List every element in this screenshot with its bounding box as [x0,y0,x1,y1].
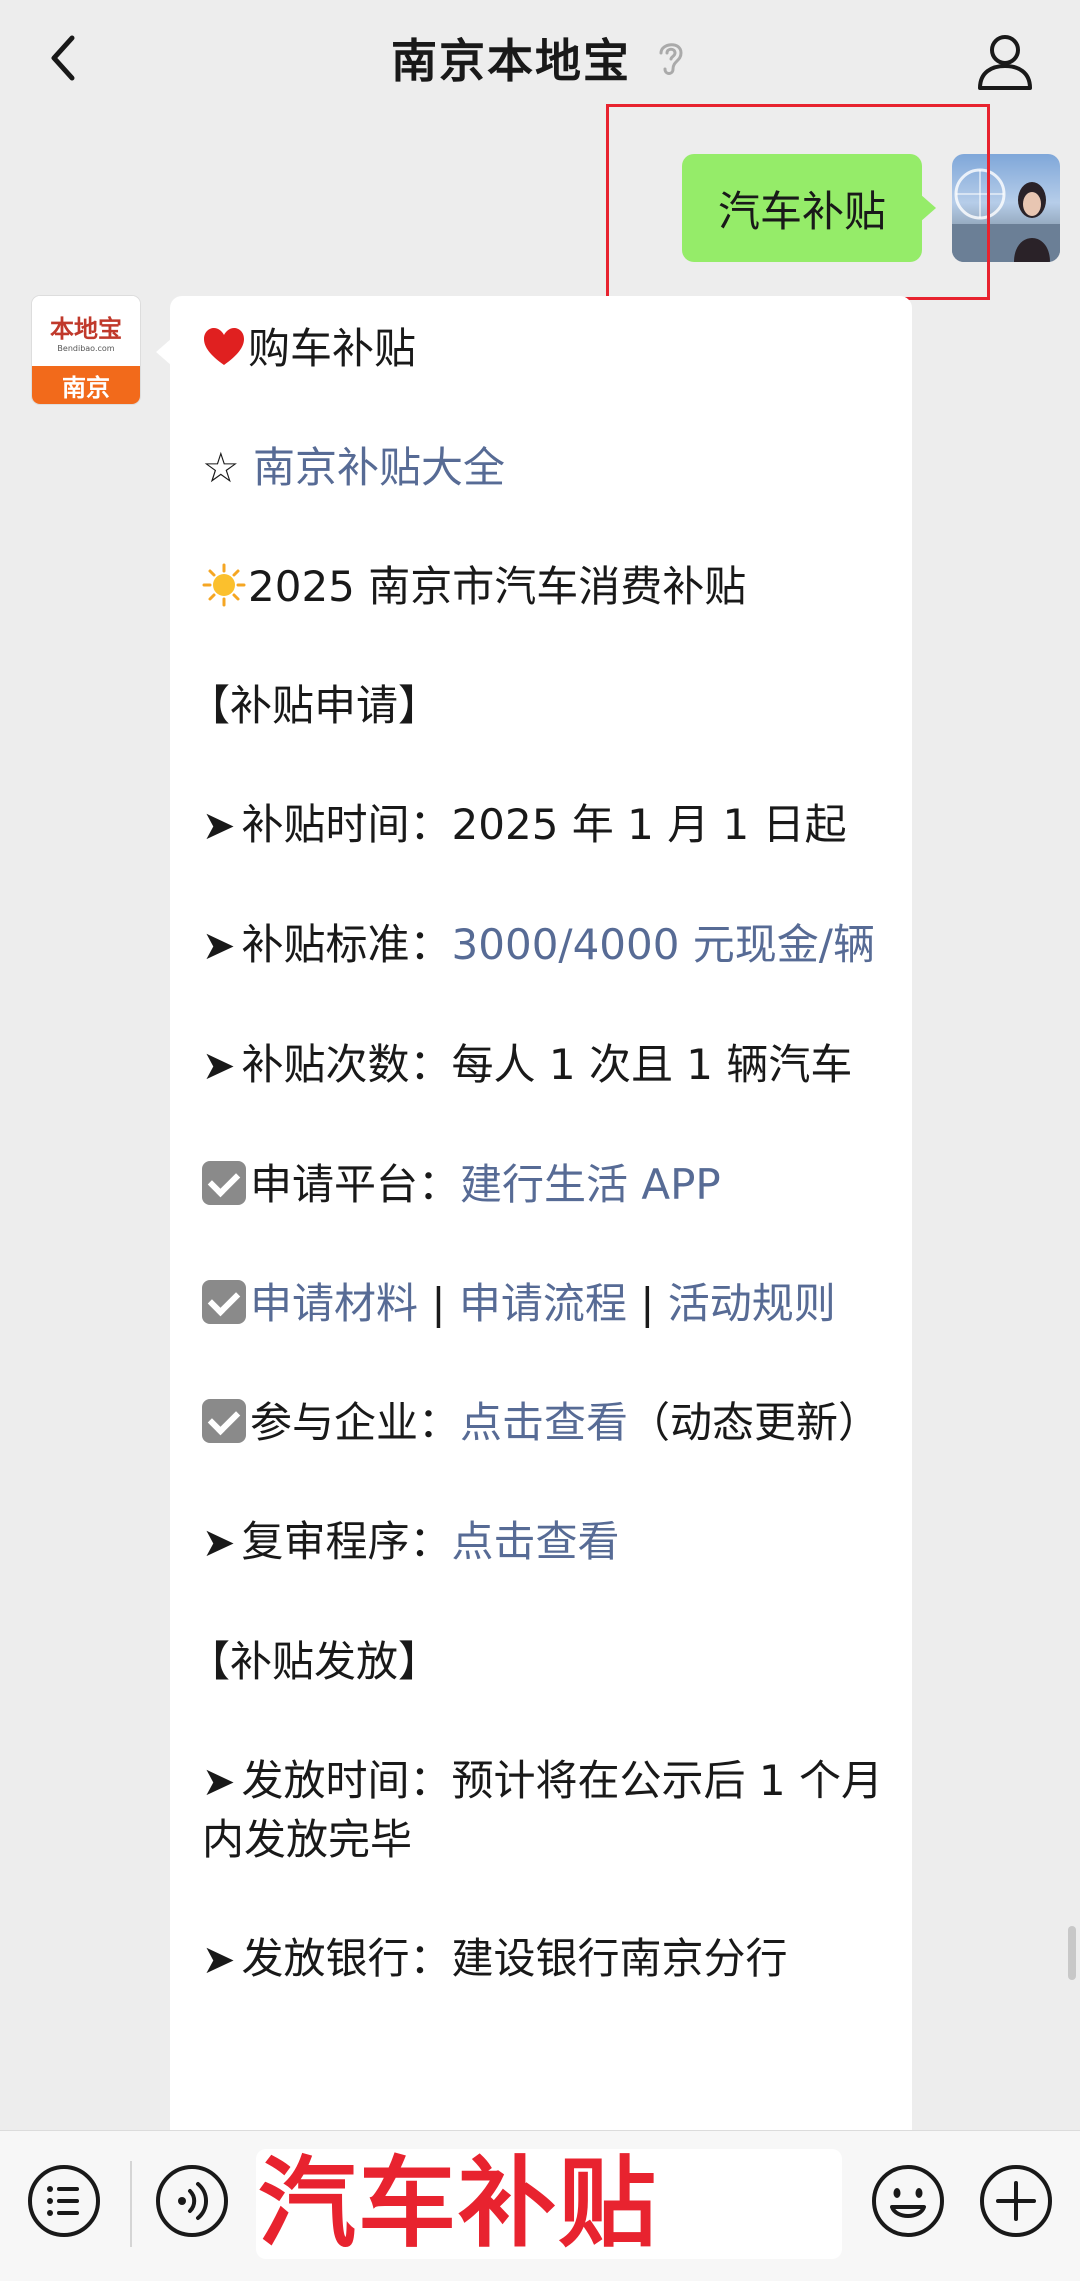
section-heading: 【补贴申请】 [188,677,884,735]
line-value: 每人 1 次且 1 辆汽车 [451,1040,853,1089]
rules-link[interactable]: 活动规则 [668,1279,836,1328]
enterprises-link[interactable]: 点击查看 [460,1398,628,1447]
highlight-box [606,104,990,300]
bot-avatar-url: Bendibao.com [57,344,115,353]
section-heading-text: 【补贴申请】 [188,681,441,730]
checkbox-icon [202,1399,246,1443]
line-label: 申请平台： [250,1160,461,1209]
message-line: 购车补贴 [202,320,884,378]
heart-icon [204,328,244,365]
message-line: ➤ 发放时间：预计将在公示后 1 个月内发放完毕 [202,1752,884,1869]
input-bar: 汽车补贴 [0,2130,1080,2281]
bot-avatar-city: 南京 [32,366,140,404]
subsidy-standard-link[interactable]: 3000/4000 元现金/辆 [452,920,875,969]
sun-icon [202,563,246,607]
line-label: 发放银行： [241,1934,452,1983]
message-line: 2025 南京市汽车消费补贴 [202,558,884,616]
ear-icon [659,43,683,75]
line-note: （动态更新） [628,1398,881,1447]
message-line: 申请材料 | 申请流程 | 活动规则 [202,1275,884,1333]
message-line: ☆ 南京补贴大全 [202,439,884,497]
chat-title: 南京本地宝 [391,34,631,88]
voice-icon[interactable] [152,2161,232,2241]
platform-link[interactable]: 建行生活 APP [460,1160,721,1209]
review-link[interactable]: 点击查看 [452,1517,620,1566]
arrow-glyph: ➤ [202,803,236,849]
message-input-text: 汽车补贴 [258,2147,659,2261]
line-label: 复审程序： [241,1517,452,1566]
bot-avatar[interactable]: 本地宝 Bendibao.com 南京 [32,296,140,404]
menu-icon[interactable] [24,2161,104,2241]
separator: | [626,1279,668,1328]
star-glyph: ☆ [202,443,240,492]
message-line: ➤ 补贴次数：每人 1 次且 1 辆汽车 [202,1036,884,1095]
scrollbar[interactable] [1068,1926,1076,1980]
line-label: 补贴标准： [241,920,452,969]
message-input[interactable]: 汽车补贴 [256,2149,842,2259]
materials-link[interactable]: 申请材料 [250,1279,418,1328]
separator: | [418,1279,459,1328]
process-link[interactable]: 申请流程 [459,1279,627,1328]
plus-icon[interactable] [976,2161,1056,2241]
chat-header: 南京本地宝 [0,0,1080,118]
nanjing-subsidy-link[interactable]: 南京补贴大全 [253,443,505,492]
arrow-glyph: ➤ [202,1520,236,1566]
line-label: 补贴时间： [241,800,452,849]
message-line: ➤ 补贴标准：3000/4000 元现金/辆 [202,916,884,975]
line-label: 补贴次数： [241,1040,452,1089]
incoming-bubble: 购车补贴 ☆ 南京补贴大全 2025 南京市汽车消费补贴 【补贴申请】 ➤ 补贴时… [156,296,912,2280]
purchase-subsidy-text: 购车补贴 [248,324,417,373]
checkbox-icon [202,1161,246,1205]
message-line: ➤ 发放银行：建设银行南京分行 [202,1930,884,1989]
line-label: 参与企业： [250,1398,461,1447]
emoji-icon[interactable] [868,2161,948,2241]
checkbox-icon [202,1280,246,1324]
arrow-glyph: ➤ [202,1759,236,1805]
message-line: 申请平台：建行生活 APP [202,1156,884,1214]
line-value: 2025 年 1 月 1 日起 [451,800,847,849]
divider [130,2161,132,2247]
message-line: ➤ 补贴时间：2025 年 1 月 1 日起 [202,796,884,855]
section-heading-text: 【补贴发放】 [188,1637,441,1686]
section-heading: 【补贴发放】 [188,1633,884,1691]
line-label: 发放时间： [241,1756,452,1805]
arrow-glyph: ➤ [202,1043,236,1089]
bot-avatar-brand: 本地宝 [50,314,122,343]
message-line: ➤ 复审程序：点击查看 [202,1513,884,1572]
campaign-title: 2025 南京市汽车消费补贴 [248,562,747,611]
arrow-glyph: ➤ [202,1937,236,1983]
profile-icon[interactable] [972,28,1038,94]
line-value: 建设银行南京分行 [451,1934,788,1983]
message-line: 参与企业：点击查看（动态更新） [202,1394,884,1452]
arrow-glyph: ➤ [202,923,236,969]
